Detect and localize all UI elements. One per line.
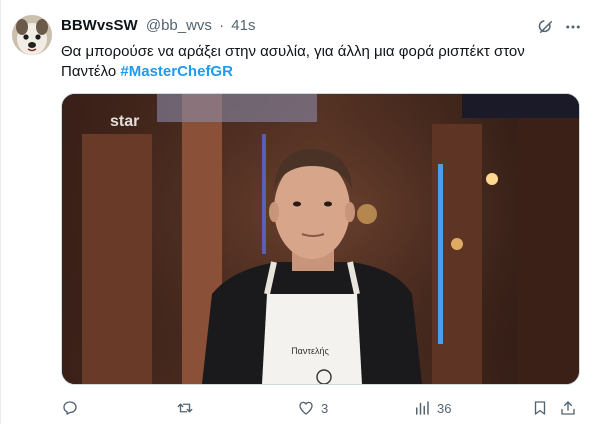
media-watermark: star xyxy=(110,113,139,130)
share-icon xyxy=(561,401,575,415)
timestamp[interactable]: 41s xyxy=(231,17,255,34)
bookmark-icon xyxy=(534,401,546,415)
reply-icon xyxy=(63,401,77,415)
user-handle[interactable]: @bb_wvs xyxy=(146,17,212,34)
share-button[interactable] xyxy=(559,398,577,418)
like-count: 3 xyxy=(321,400,329,416)
views-button[interactable]: 36 xyxy=(413,398,451,418)
avatar[interactable] xyxy=(12,15,52,55)
like-button[interactable]: 3 xyxy=(297,398,328,418)
hashtag-link[interactable]: #MasterChefGR xyxy=(120,63,233,80)
more-dots-icon[interactable] xyxy=(564,18,582,36)
tweet-text: Θα μπορούσε να αράξει στην ασυλία, για ά… xyxy=(61,42,581,82)
tweet-text-line2: Παντέλο xyxy=(61,63,117,80)
grok-icon[interactable] xyxy=(537,18,555,36)
views-count: 36 xyxy=(437,400,452,416)
apron-name: Παντελής xyxy=(291,346,329,356)
separator-dot: · xyxy=(219,17,225,34)
tweet-header: BBWvsSW @bb_wvs · 41s xyxy=(61,17,255,34)
retweet-icon xyxy=(177,403,193,413)
display-name[interactable]: BBWvsSW xyxy=(61,17,138,34)
reply-button[interactable] xyxy=(61,398,85,418)
retweet-button[interactable] xyxy=(176,398,200,418)
views-icon xyxy=(416,401,429,415)
tweet-card[interactable]: BBWvsSW @bb_wvs · 41s Θα μπορούσε να αρά… xyxy=(0,0,605,424)
bookmark-button[interactable] xyxy=(531,398,549,418)
tweet-text-line1: Θα μπορούσε να αράξει στην ασυλία, για ά… xyxy=(61,43,525,60)
tweet-actions-bar: 3 36 xyxy=(61,398,581,418)
tweet-media-image[interactable]: star Παντελής xyxy=(61,93,580,385)
heart-icon xyxy=(299,401,313,415)
